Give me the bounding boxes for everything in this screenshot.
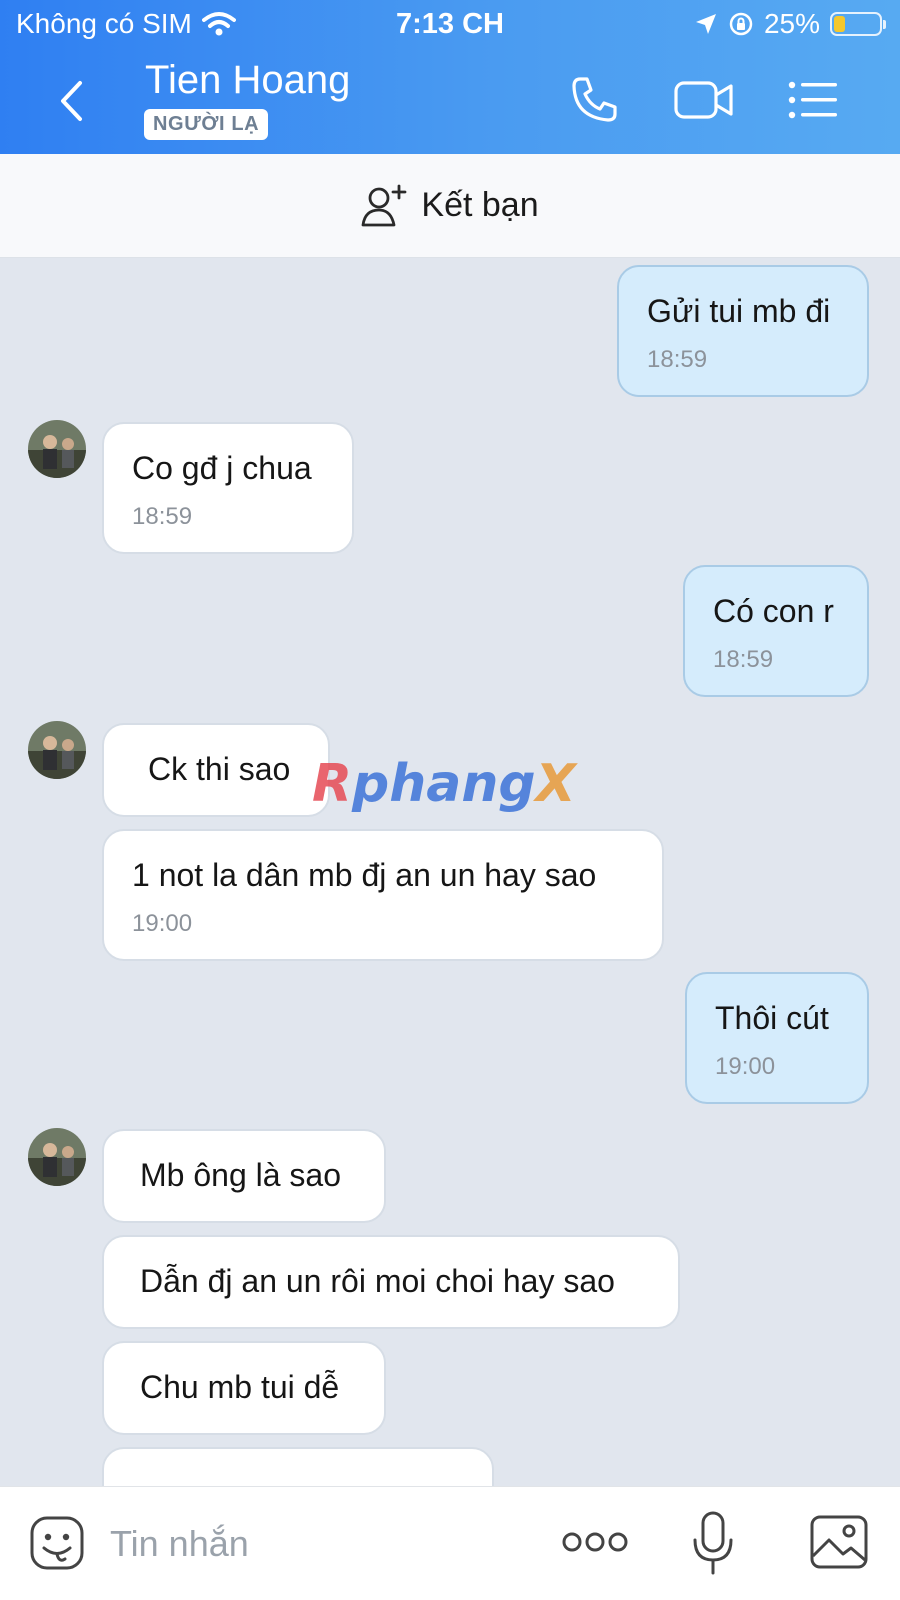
status-right-group: 25% [694, 8, 886, 40]
sticker-button[interactable] [28, 1513, 86, 1573]
phone-icon [572, 77, 617, 122]
message-bubble-incoming-partial[interactable] [102, 1447, 494, 1486]
video-call-button[interactable] [672, 74, 736, 126]
more-options-button[interactable] [562, 1527, 628, 1557]
stranger-badge: NGƯỜI LẠ [144, 109, 269, 140]
more-dots-icon [562, 1532, 628, 1552]
back-button[interactable] [48, 78, 94, 124]
avatar-photo-icon [28, 721, 86, 779]
message-input-bar [0, 1486, 900, 1600]
message-bubble-outgoing[interactable]: Gửi tui mb đi 18:59 [617, 265, 869, 397]
contact-avatar[interactable] [28, 1128, 86, 1186]
message-text: Thôi cút [715, 1000, 829, 1036]
avatar-photo-icon [28, 1128, 86, 1186]
back-icon [61, 81, 82, 121]
image-icon [810, 1515, 868, 1569]
location-icon [695, 14, 716, 34]
image-picker-button[interactable] [808, 1513, 870, 1571]
chat-options-button[interactable] [784, 74, 842, 126]
message-time: 19:00 [132, 910, 193, 937]
message-text: Có con r [713, 593, 834, 629]
message-list[interactable]: Gửi tui mb đi 18:59 Co gđ j chua 18:59 C… [0, 258, 900, 1486]
battery-icon [830, 12, 886, 36]
message-time: 19:00 [715, 1053, 776, 1080]
voice-record-button[interactable] [690, 1509, 736, 1579]
message-text: Co gđ j chua [132, 450, 312, 486]
video-call-icon [674, 81, 733, 119]
avatar-photo-icon [28, 420, 86, 478]
message-bubble-incoming[interactable]: Chu mb tui dễ [102, 1341, 386, 1435]
emoji-sticker-icon [30, 1516, 84, 1570]
add-friend-icon [361, 184, 407, 226]
message-bubble-incoming[interactable]: Mb ông là sao [102, 1129, 386, 1223]
message-time: 18:59 [647, 346, 708, 373]
message-text: Chu mb tui dễ [140, 1369, 340, 1405]
message-bubble-incoming[interactable]: Ck thi sao [102, 723, 330, 817]
message-bubble-incoming[interactable]: Dẫn đj an un rôi moi choi hay sao [102, 1235, 680, 1329]
message-text: Dẫn đj an un rôi moi choi hay sao [140, 1263, 615, 1299]
message-bubble-incoming[interactable]: Co gđ j chua 18:59 [102, 422, 354, 554]
add-friend-label: Kết bạn [421, 186, 539, 224]
contact-avatar[interactable] [28, 721, 86, 779]
contact-avatar[interactable] [28, 420, 86, 478]
rotation-lock-icon [729, 12, 753, 36]
message-text: Mb ông là sao [140, 1157, 342, 1193]
chat-header: Không có SIM 7:13 CH 25% Tien Hoang NGƯỜ… [0, 0, 900, 154]
add-friend-button[interactable]: Kết bạn [0, 154, 900, 258]
message-text: Ck thi sao [148, 751, 291, 787]
message-bubble-outgoing[interactable]: Có con r 18:59 [683, 565, 869, 697]
message-time: 18:59 [713, 646, 774, 673]
microphone-icon [693, 1511, 733, 1575]
voice-call-button[interactable] [566, 74, 622, 126]
battery-level-fill [834, 16, 845, 32]
message-text: 1 not la dân mb đj an un hay sao [132, 857, 597, 893]
message-time: 18:59 [132, 503, 193, 530]
watermark-logo: RphangX [312, 754, 576, 814]
message-bubble-outgoing[interactable]: Thôi cút 19:00 [685, 972, 869, 1104]
message-text: Gửi tui mb đi [647, 293, 831, 329]
contact-name[interactable]: Tien Hoang [145, 58, 350, 103]
battery-percent: 25% [763, 8, 820, 39]
message-bubble-incoming[interactable]: 1 not la dân mb đj an un hay sao 19:00 [102, 829, 664, 961]
menu-list-icon [788, 81, 837, 119]
message-input[interactable] [110, 1509, 530, 1579]
